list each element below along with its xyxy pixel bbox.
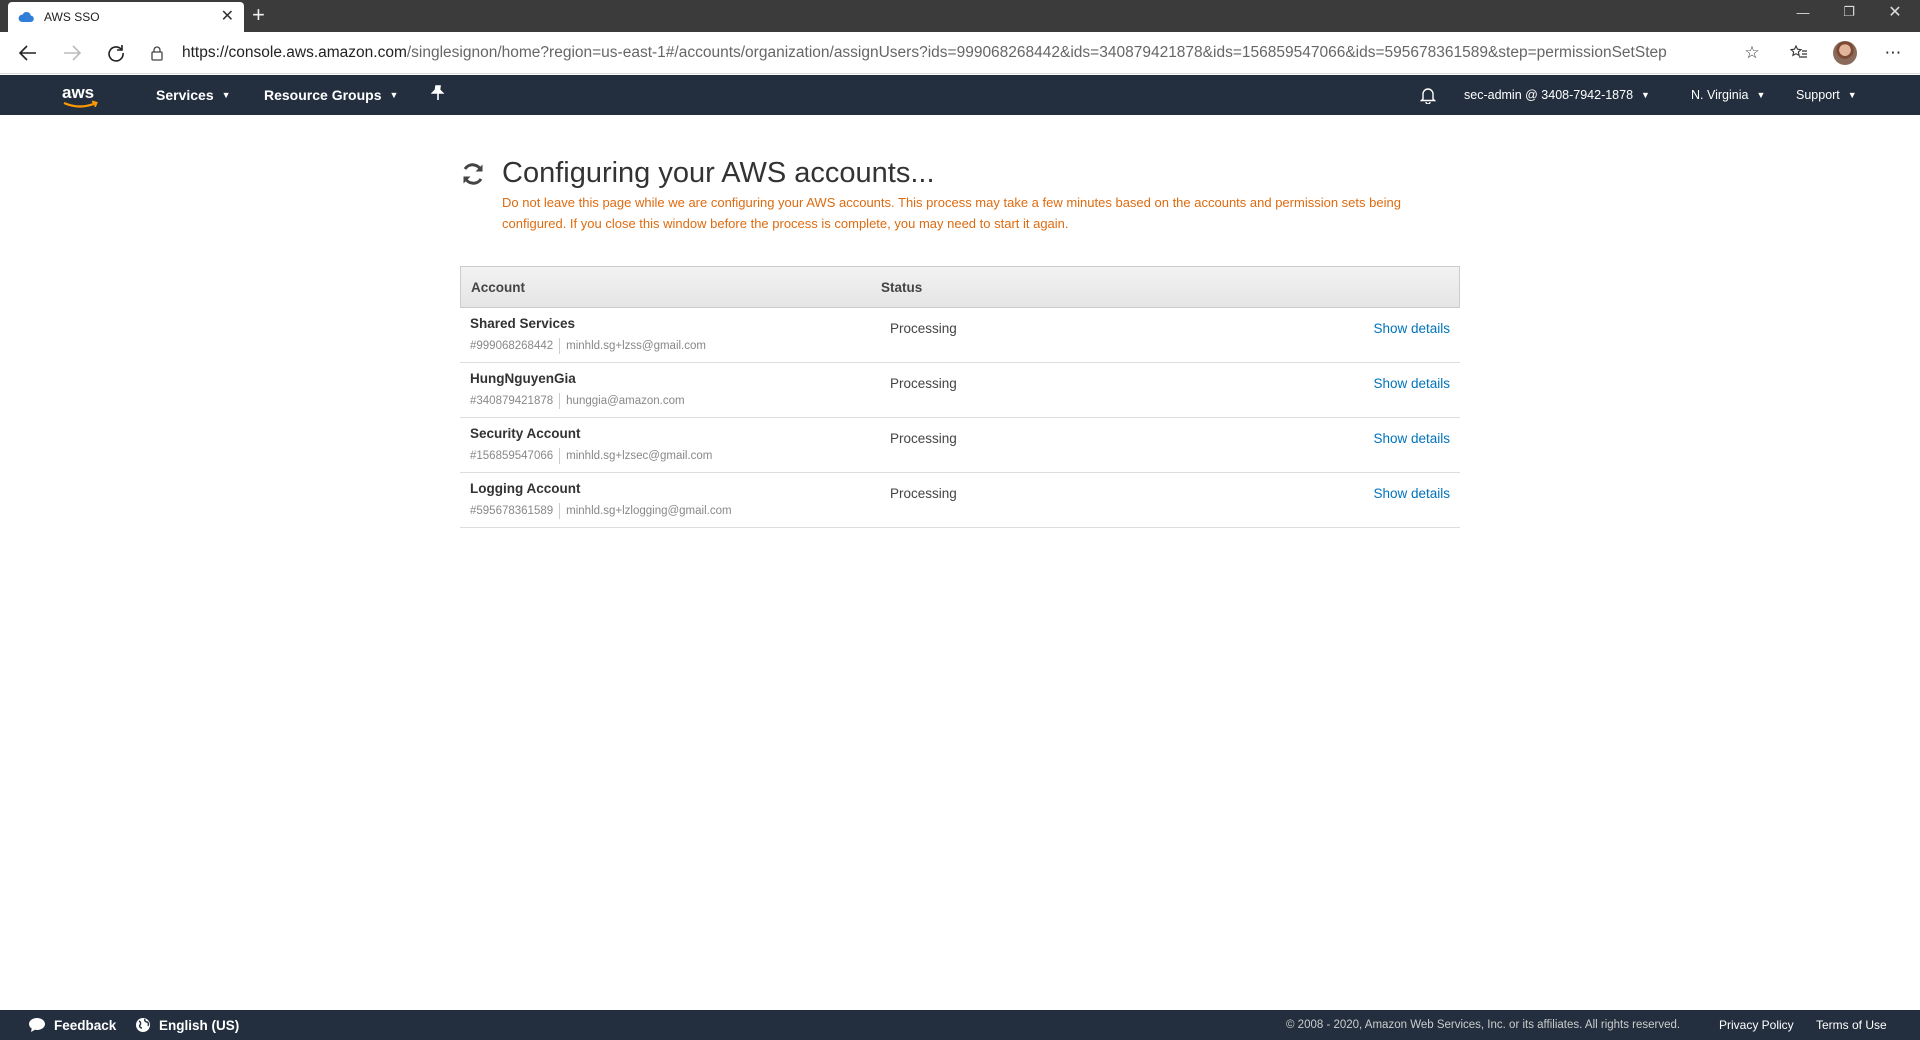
account-email: minhld.sg+lzss@gmail.com (566, 340, 706, 352)
refresh-icon[interactable] (102, 40, 130, 66)
more-icon[interactable]: ⋯ (1880, 41, 1906, 65)
account-meta: #156859547066 minhld.sg+lzsec@gmail.com (470, 448, 712, 464)
divider (559, 338, 561, 354)
accounts-table: Account Status Shared Services #99906826… (460, 266, 1460, 528)
show-details-link[interactable]: Show details (1373, 321, 1450, 336)
divider (559, 393, 561, 409)
chevron-down-icon: ▼ (389, 90, 399, 100)
status-text: Processing (890, 431, 957, 446)
account-menu[interactable]: sec-admin @ 3408-7942-1878 ▼ (1464, 88, 1650, 102)
account-meta: #595678361589 minhld.sg+lzlogging@gmail.c… (470, 503, 732, 519)
bell-icon[interactable] (1420, 86, 1436, 104)
status-text: Processing (890, 321, 957, 336)
language-selector[interactable]: English (US) (135, 1017, 239, 1033)
globe-icon (136, 1018, 150, 1032)
profile-avatar[interactable] (1833, 41, 1857, 65)
chevron-down-icon: ▼ (1847, 90, 1857, 100)
browser-toolbar: https://console.aws.amazon.com/singlesig… (0, 32, 1920, 74)
browser-tab[interactable]: AWS SSO ✕ (8, 2, 244, 32)
copyright-text: © 2008 - 2020, Amazon Web Services, Inc.… (1286, 1019, 1681, 1031)
show-details-link[interactable]: Show details (1373, 486, 1450, 501)
feedback-label: Feedback (54, 1017, 117, 1033)
account-email: minhld.sg+lzsec@gmail.com (566, 450, 713, 462)
show-details-link[interactable]: Show details (1373, 431, 1450, 446)
page-title: Configuring your AWS accounts... (502, 157, 935, 189)
new-tab-button[interactable]: + (252, 4, 265, 26)
services-label: Services (156, 87, 214, 103)
favorites-icon[interactable] (1786, 41, 1812, 65)
chat-icon (29, 1018, 45, 1032)
account-email: minhld.sg+lzlogging@gmail.com (566, 505, 732, 517)
table-row: Security Account #156859547066 minhld.sg+… (460, 418, 1460, 473)
account-label: sec-admin @ 3408-7942-1878 (1464, 88, 1634, 102)
services-menu[interactable]: Services ▼ (156, 87, 231, 103)
column-header-status: Status (881, 279, 923, 295)
tab-close-icon[interactable]: ✕ (221, 9, 234, 25)
table-row: Logging Account #595678361589 minhld.sg+l… (460, 473, 1460, 528)
support-menu[interactable]: Support ▼ (1796, 88, 1857, 102)
chevron-down-icon: ▼ (1756, 90, 1766, 100)
resource-groups-menu[interactable]: Resource Groups ▼ (264, 87, 398, 103)
divider (559, 448, 561, 464)
warning-message: Do not leave this page while we are conf… (502, 195, 1401, 231)
support-label: Support (1796, 88, 1840, 102)
forward-icon[interactable] (58, 40, 86, 66)
account-name: HungNguyenGia (470, 371, 576, 386)
account-id: #999068268442 (470, 340, 554, 352)
account-name: Shared Services (470, 316, 576, 331)
table-row: Shared Services #999068268442 minhld.sg+l… (460, 308, 1460, 363)
account-id: #595678361589 (470, 505, 554, 517)
resource-groups-label: Resource Groups (264, 87, 382, 103)
account-meta: #999068268442 minhld.sg+lzss@gmail.com (470, 338, 706, 354)
aws-console-nav: aws Services ▼ Resource Groups ▼ sec-admin… (0, 75, 1920, 115)
region-label: N. Virginia (1691, 88, 1749, 102)
account-name: Logging Account (470, 481, 581, 496)
star-icon[interactable]: ☆ (1739, 41, 1765, 65)
region-menu[interactable]: N. Virginia ▼ (1691, 88, 1765, 102)
chevron-down-icon: ▼ (1641, 90, 1650, 100)
close-window-icon[interactable]: ✕ (1872, 0, 1918, 24)
browser-tab-strip: AWS SSO ✕ + — ❐ ✕ (0, 0, 1920, 32)
url-host: https://console.aws.amazon.com (182, 44, 407, 61)
url-path: /singlesignon/home?region=us-east-1#/acc… (406, 44, 1667, 61)
console-footer: Feedback English (US) © 2008 - 2020, Ama… (0, 1010, 1920, 1040)
lock-icon (144, 45, 170, 61)
sync-spinner-icon (463, 163, 483, 185)
tab-title: AWS SSO (44, 10, 100, 24)
feedback-button[interactable]: Feedback (28, 1017, 116, 1033)
terms-of-use-link[interactable]: Terms of Use (1816, 1018, 1887, 1032)
show-details-link[interactable]: Show details (1373, 376, 1450, 391)
address-bar[interactable]: https://console.aws.amazon.com/singlesig… (144, 37, 1764, 69)
status-text: Processing (890, 486, 957, 501)
url-text: https://console.aws.amazon.com/singlesig… (182, 44, 1667, 62)
table-row: HungNguyenGia #340879421878 hunggia@amazo… (460, 363, 1460, 418)
account-id: #156859547066 (470, 450, 554, 462)
column-header-account: Account (471, 279, 525, 295)
divider (559, 503, 561, 519)
account-name: Security Account (470, 426, 581, 441)
cloud-icon (18, 11, 34, 23)
account-id: #340879421878 (470, 395, 554, 407)
restore-icon[interactable]: ❐ (1826, 0, 1872, 24)
privacy-policy-link[interactable]: Privacy Policy (1719, 1018, 1794, 1032)
account-meta: #340879421878 hunggia@amazon.com (470, 393, 685, 409)
account-email: hunggia@amazon.com (566, 395, 685, 407)
status-text: Processing (890, 376, 957, 391)
aws-logo[interactable]: aws (60, 81, 104, 111)
chevron-down-icon: ▼ (221, 90, 231, 100)
minimize-icon[interactable]: — (1780, 0, 1826, 24)
svg-text:aws: aws (62, 83, 94, 102)
back-icon[interactable] (14, 40, 42, 66)
table-header: Account Status (460, 266, 1460, 308)
pin-icon[interactable] (431, 85, 445, 101)
language-label: English (US) (159, 1017, 240, 1033)
